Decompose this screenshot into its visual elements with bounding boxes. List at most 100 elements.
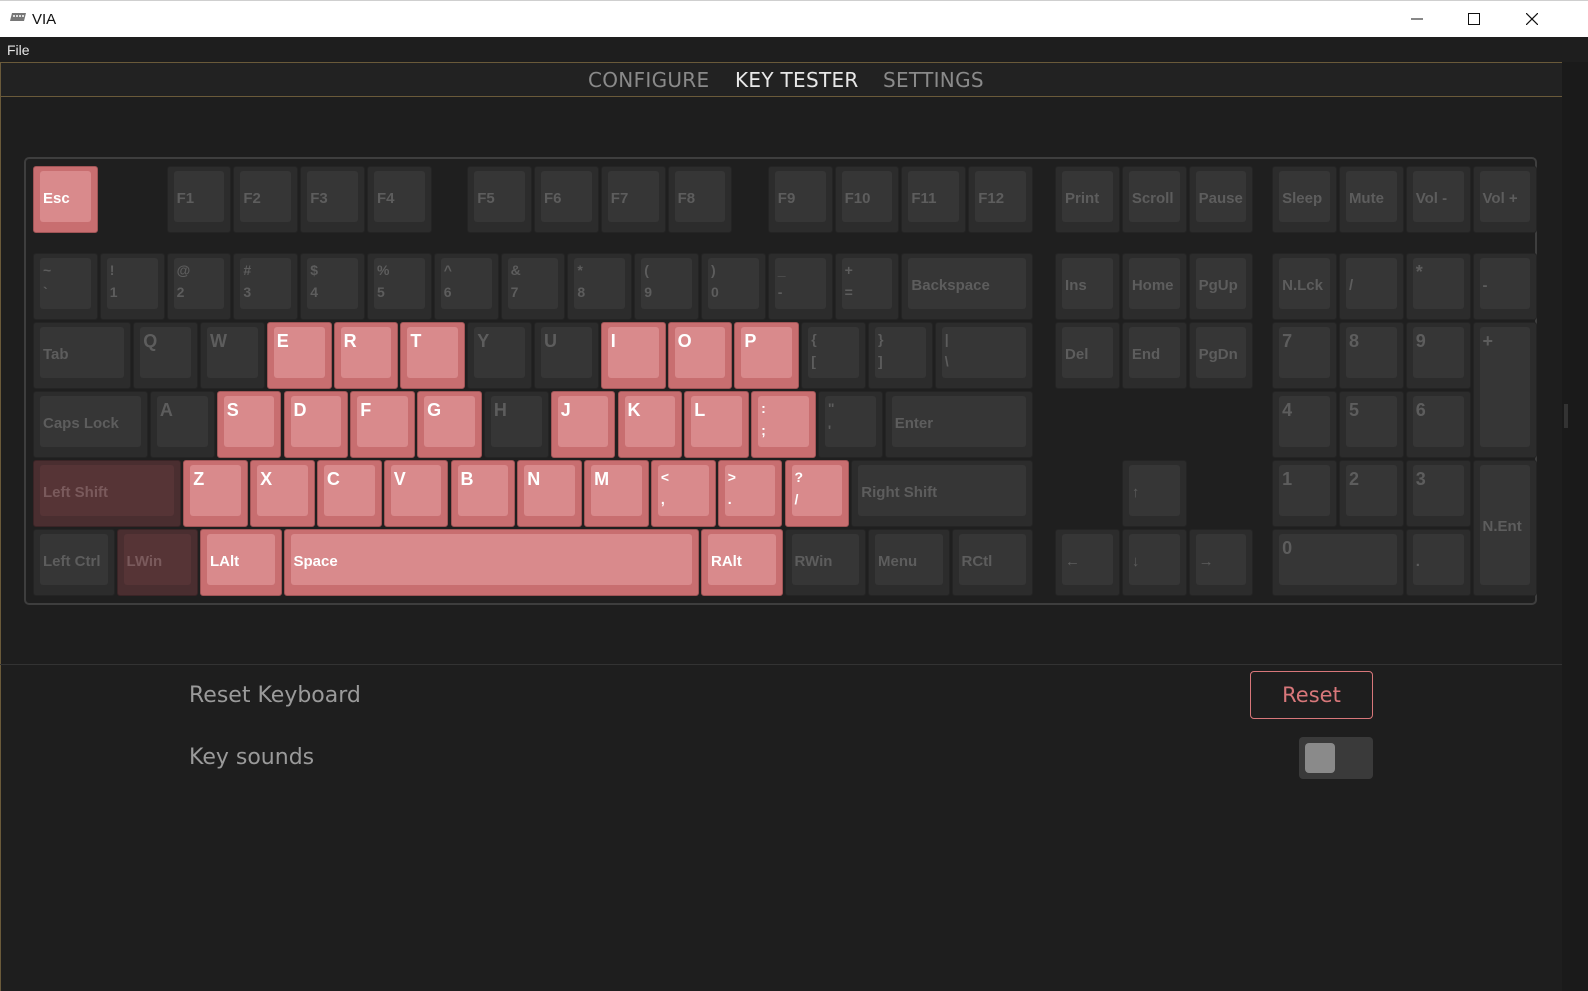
scrollbar-thumb[interactable] <box>1564 404 1568 428</box>
key-label: F9 <box>777 189 796 207</box>
key-label: I <box>610 331 616 351</box>
key-label: RWin <box>794 552 833 570</box>
key-l: L <box>684 391 750 458</box>
key-label-base: 3 <box>243 284 252 300</box>
key-kp4: 4 <box>1272 391 1337 458</box>
key-label: Tab <box>43 345 69 363</box>
tab-key-tester[interactable]: KEY TESTER <box>735 68 859 92</box>
close-button[interactable] <box>1509 1 1555 37</box>
key-lctrl: Left Ctrl <box>33 529 115 596</box>
key-kpslash: / <box>1338 253 1404 320</box>
key-s: S <box>216 391 282 458</box>
key-label: ↓ <box>1131 552 1140 570</box>
key-label: - <box>1482 276 1488 294</box>
key-label: . <box>1415 552 1420 570</box>
menu-file[interactable]: File <box>7 42 30 58</box>
key-label: Vol + <box>1482 189 1518 207</box>
key-rshift: Right Shift <box>851 460 1033 527</box>
key-label: Z <box>193 469 205 489</box>
key-label: V <box>393 469 406 489</box>
scrollbar[interactable] <box>1562 62 1588 991</box>
menu-bar: File <box>0 37 1588 62</box>
key-caps: Caps Lock <box>33 391 148 458</box>
key-label: W <box>210 331 227 351</box>
key-label: 0 <box>1282 538 1293 558</box>
key-label-shift: ) <box>711 262 716 278</box>
key-label: RCtl <box>961 552 993 570</box>
key-kp7: 7 <box>1272 322 1337 389</box>
key-label: Print <box>1065 189 1100 207</box>
key-7: & 7 <box>500 253 566 320</box>
key-label: N <box>527 469 541 489</box>
key-4: $4 <box>300 253 365 320</box>
key-volup: Vol + <box>1472 166 1538 233</box>
key-label: Enter <box>894 414 934 432</box>
key-rbracket: }] <box>868 322 933 389</box>
key-print: Print <box>1055 166 1120 233</box>
reset-button[interactable]: Reset <box>1250 671 1373 719</box>
tab-bar: CONFIGURE KEY TESTER SETTINGS <box>0 62 1562 97</box>
key-p: P <box>734 322 800 389</box>
key-kp5: 5 <box>1338 391 1404 458</box>
key-sounds-label: Key sounds <box>189 745 315 770</box>
key-menu: Menu <box>868 529 950 596</box>
key-label: F12 <box>978 189 1005 207</box>
key-nlck: N.Lck <box>1272 253 1337 320</box>
key-t: T <box>400 322 466 389</box>
key-b: B <box>450 460 516 527</box>
key-label-shift: } <box>878 331 884 347</box>
tab-settings[interactable]: SETTINGS <box>883 68 984 92</box>
tab-configure[interactable]: CONFIGURE <box>588 68 709 92</box>
key-label: 7 <box>1282 331 1293 351</box>
key-label-shift: ( <box>644 262 649 278</box>
key-space: Space <box>283 529 699 596</box>
keycap <box>1279 534 1397 585</box>
key-label: Y <box>477 331 490 351</box>
key-label: / <box>1348 276 1354 294</box>
key-label: Menu <box>878 552 918 570</box>
minimize-icon <box>1411 18 1423 20</box>
key-quote: " ' <box>817 391 883 458</box>
key-label: O <box>677 331 692 351</box>
key-label: Del <box>1065 345 1089 363</box>
key-label: F3 <box>310 189 328 207</box>
key-kp6: 6 <box>1405 391 1471 458</box>
key-label: Caps Lock <box>43 414 119 432</box>
key-label: F10 <box>844 189 871 207</box>
key-label-shift: : <box>761 400 766 416</box>
key-label: F1 <box>176 189 195 207</box>
key-9: (9 <box>634 253 699 320</box>
key-label-shift: # <box>243 262 252 278</box>
key-label: K <box>627 400 641 420</box>
key-label: Sleep <box>1282 189 1323 207</box>
minimize-button[interactable] <box>1394 1 1440 37</box>
key-label-shift: * <box>577 262 583 278</box>
key-label-base: 4 <box>310 284 318 300</box>
key-label-base: 9 <box>644 284 652 300</box>
key-label: RAlt <box>711 552 742 570</box>
key-u: U <box>534 322 599 389</box>
key-f: F <box>350 391 416 458</box>
key-g: G <box>417 391 482 458</box>
key-label: Vol - <box>1415 189 1448 207</box>
key-sounds-toggle[interactable] <box>1299 737 1373 779</box>
key-label-base: 1 <box>109 284 118 300</box>
key-label-base: = <box>844 284 853 300</box>
key-f4: F4 <box>367 166 432 233</box>
key-backspace: Backspace <box>901 253 1033 320</box>
key-kp2: 2 <box>1338 460 1404 527</box>
key-label: F8 <box>677 189 696 207</box>
key-label: N.Lck <box>1282 276 1323 294</box>
key-label: + <box>1482 331 1494 351</box>
maximize-button[interactable] <box>1451 1 1497 37</box>
key-label: End <box>1131 345 1161 363</box>
key-q: Q <box>133 322 198 389</box>
key-label: R <box>343 331 357 351</box>
key-label-shift: { <box>811 331 817 347</box>
key-label: N.Ent <box>1482 517 1522 535</box>
key-label: PgUp <box>1198 276 1238 294</box>
key-label: Esc <box>43 189 70 207</box>
key-esc: Esc <box>33 166 98 233</box>
key-label: S <box>226 400 239 420</box>
key-j: J <box>550 391 616 458</box>
